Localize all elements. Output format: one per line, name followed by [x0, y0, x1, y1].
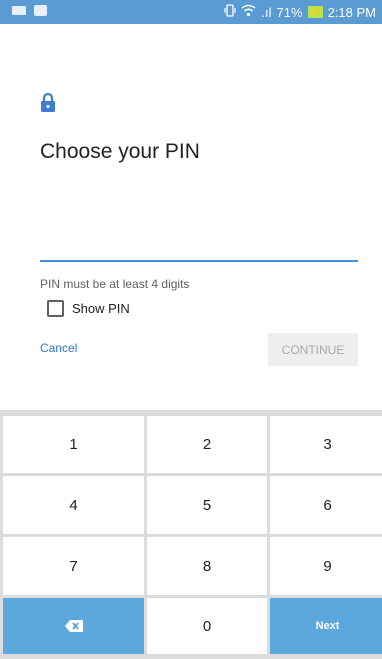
- pin-hint: PIN must be at least 4 digits: [40, 277, 190, 291]
- status-left: [12, 5, 47, 16]
- show-pin-checkbox[interactable]: Show PIN: [47, 300, 130, 317]
- pin-input[interactable]: [40, 228, 358, 262]
- key-0[interactable]: 0: [147, 598, 267, 654]
- key-5[interactable]: 5: [147, 476, 267, 534]
- lock-icon: [41, 92, 55, 112]
- key-9[interactable]: 9: [270, 537, 382, 595]
- key-1[interactable]: 1: [3, 416, 144, 473]
- status-time: 2:18 PM: [327, 4, 376, 20]
- key-7[interactable]: 7: [3, 537, 144, 595]
- key-8[interactable]: 8: [147, 537, 267, 595]
- status-right: .ıl 71% ⚡ 2:18 PM: [224, 4, 376, 20]
- cancel-button[interactable]: Cancel: [40, 341, 77, 355]
- battery-charging-icon: ⚡: [307, 6, 323, 18]
- key-3[interactable]: 3: [270, 416, 382, 473]
- status-bar: .ıl 71% ⚡ 2:18 PM: [0, 0, 382, 24]
- show-pin-label: Show PIN: [72, 301, 130, 316]
- page-title: Choose your PIN: [40, 140, 200, 163]
- continue-button[interactable]: CONTINUE: [268, 333, 358, 366]
- signal-icon: .ıl: [261, 4, 272, 20]
- backspace-icon: [64, 620, 83, 632]
- image-icon: [34, 5, 47, 16]
- vibrate-icon: [224, 4, 237, 20]
- key-6[interactable]: 6: [270, 476, 382, 534]
- numeric-keypad: 1 2 3 4 5 6 7 8 9 0 Next: [0, 410, 382, 659]
- checkbox-box[interactable]: [47, 300, 64, 317]
- key-4[interactable]: 4: [3, 476, 144, 534]
- next-key[interactable]: Next: [270, 598, 382, 654]
- battery-percent: 71%: [276, 4, 303, 20]
- key-2[interactable]: 2: [147, 416, 267, 473]
- backspace-key[interactable]: [3, 598, 144, 654]
- wifi-icon: [241, 4, 256, 20]
- notification-icon: [12, 6, 26, 15]
